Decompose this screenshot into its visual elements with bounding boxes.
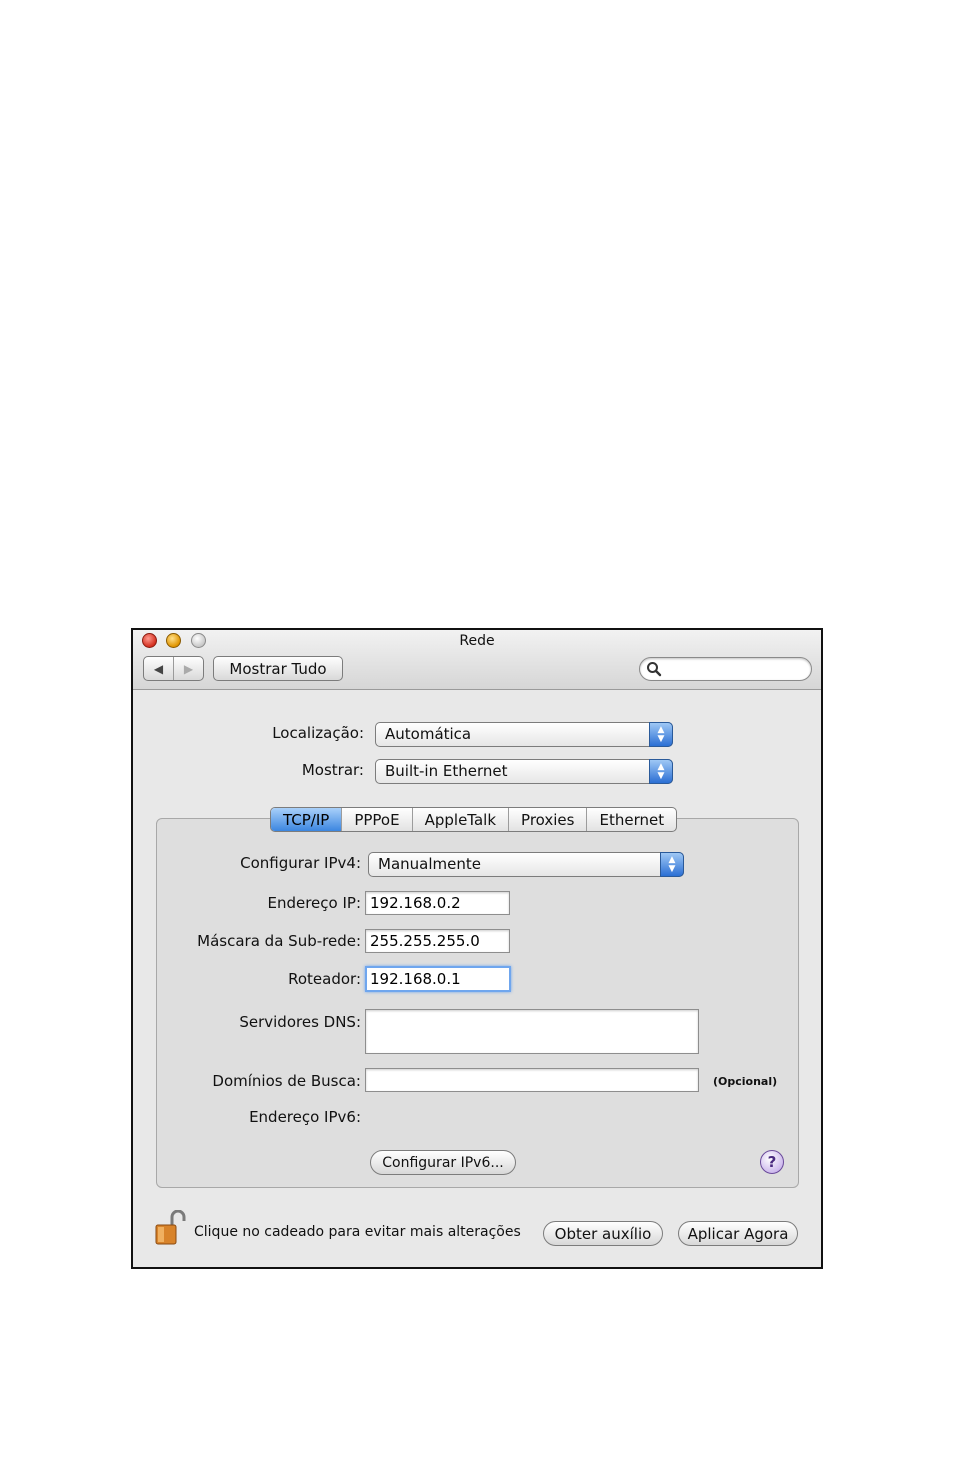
location-label: Localização: [272, 724, 364, 742]
dns-servers-field[interactable] [365, 1009, 699, 1054]
window-title: Rede [459, 633, 495, 649]
apply-now-button[interactable]: Aplicar Agora [678, 1221, 798, 1246]
popup-arrows-icon: ▲ ▼ [649, 759, 673, 784]
configure-ipv4-value: Manualmente [378, 855, 481, 873]
search-domains-field[interactable] [365, 1068, 699, 1092]
back-forward-control: ◀ ▶ [143, 656, 204, 681]
search-field[interactable] [639, 657, 812, 681]
router-field[interactable] [365, 966, 511, 992]
ip-address-field[interactable] [365, 891, 510, 915]
subnet-mask-field[interactable] [365, 929, 510, 953]
back-arrow-icon[interactable]: ◀ [144, 657, 174, 680]
ip-address-label: Endereço IP: [267, 894, 361, 912]
router-label: Roteador: [288, 970, 361, 988]
lock-message: Clique no cadeado para evitar mais alter… [194, 1224, 521, 1240]
location-popup[interactable]: Automática ▲ ▼ [375, 722, 673, 747]
tab-ethernet[interactable]: Ethernet [587, 808, 676, 831]
search-input[interactable] [666, 660, 806, 678]
tab-appletalk[interactable]: AppleTalk [413, 808, 510, 831]
location-value: Automática [385, 725, 472, 743]
show-label: Mostrar: [301, 761, 364, 779]
padlock-icon[interactable] [154, 1210, 186, 1246]
tab-pppoe[interactable]: PPPoE [342, 808, 413, 831]
popup-arrows-icon: ▲ ▼ [649, 722, 673, 747]
search-icon [647, 662, 662, 677]
title-bar: Rede ◀ ▶ Mostrar Tudo [133, 630, 821, 690]
tab-bar: TCP/IP PPPoE AppleTalk Proxies Ethernet [270, 807, 678, 832]
popup-arrows-icon: ▲ ▼ [660, 852, 684, 877]
search-domains-label: Domínios de Busca: [212, 1072, 361, 1090]
forward-arrow-icon[interactable]: ▶ [174, 657, 203, 680]
configure-ipv6-button[interactable]: Configurar IPv6... [370, 1150, 516, 1175]
ipv6-address-label: Endereço IPv6: [249, 1108, 361, 1126]
dns-servers-label: Servidores DNS: [239, 1013, 361, 1031]
tcpip-panel: Configurar IPv4: Manualmente ▲ ▼ Endereço… [156, 818, 799, 1188]
subnet-mask-label: Máscara da Sub-rede: [197, 932, 361, 950]
optional-note: (Opcional) [713, 1075, 778, 1088]
network-preferences-window: Rede ◀ ▶ Mostrar Tudo Localização: Autom… [131, 628, 823, 1269]
help-button[interactable]: ? [760, 1150, 784, 1174]
show-all-button[interactable]: Mostrar Tudo [213, 656, 343, 681]
configure-ipv4-label: Configurar IPv4: [240, 854, 361, 872]
configure-ipv4-popup[interactable]: Manualmente ▲ ▼ [368, 852, 684, 877]
show-value: Built-in Ethernet [385, 762, 508, 780]
tab-tcpip[interactable]: TCP/IP [271, 808, 343, 831]
show-popup[interactable]: Built-in Ethernet ▲ ▼ [375, 759, 673, 784]
tab-proxies[interactable]: Proxies [509, 808, 588, 831]
get-assistance-button[interactable]: Obter auxílio [543, 1221, 663, 1246]
